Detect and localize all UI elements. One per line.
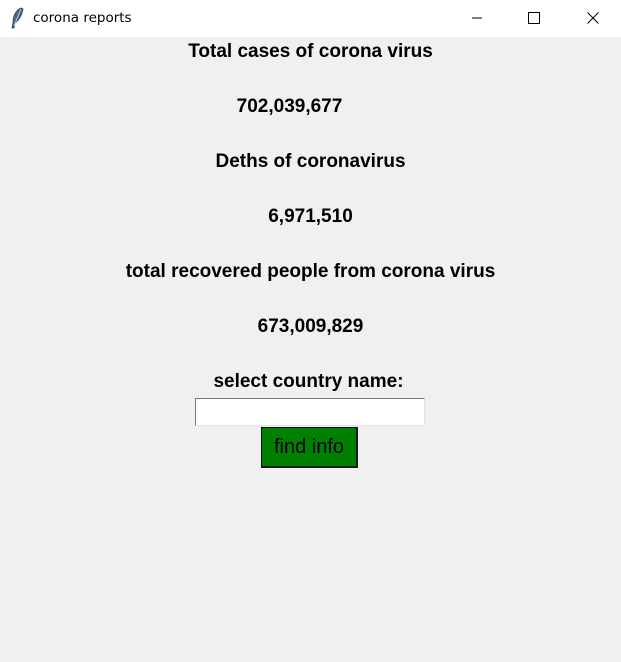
find-info-button[interactable]: find info (261, 427, 358, 468)
recovered-label: total recovered people from corona virus (125, 261, 496, 282)
app-window: corona reports Total cases of corona vir… (0, 0, 621, 662)
total-cases-label: Total cases of corona virus (188, 41, 433, 62)
minimize-icon (472, 17, 482, 19)
minimize-button[interactable] (454, 0, 500, 37)
total-cases-value: 702,039,677 (236, 96, 343, 117)
feather-icon (10, 7, 24, 29)
maximize-button[interactable] (511, 0, 557, 37)
main-content: Total cases of corona virus 702,039,677 … (0, 37, 621, 662)
deaths-label: Deths of coronavirus (215, 151, 406, 172)
close-icon (587, 12, 599, 24)
deaths-value: 6,971,510 (268, 206, 353, 227)
maximize-icon (528, 12, 540, 24)
close-button[interactable] (570, 0, 616, 37)
country-input[interactable] (195, 398, 425, 426)
country-select-label: select country name: (213, 371, 404, 392)
recovered-value: 673,009,829 (257, 316, 364, 337)
window-title: corona reports (33, 10, 132, 26)
title-bar[interactable]: corona reports (0, 0, 621, 37)
